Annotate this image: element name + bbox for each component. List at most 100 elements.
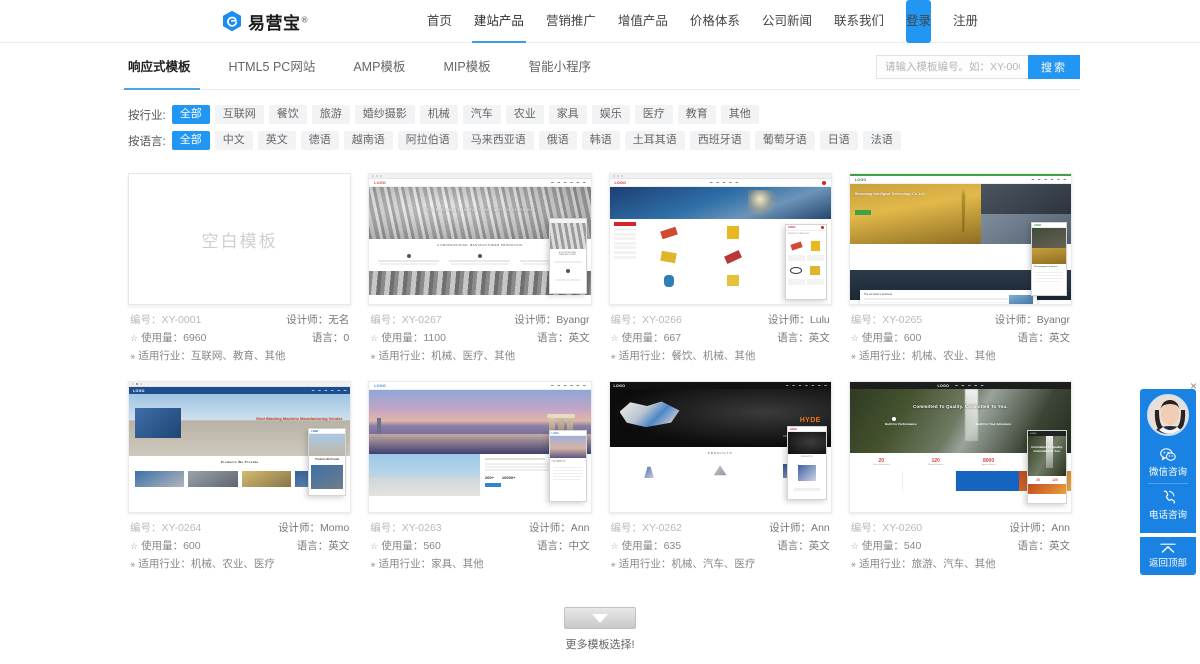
chip-industry-all[interactable]: 全部 (172, 105, 210, 124)
template-thumbnail-tools[interactable]: LOGO ▬▬▬▬▬ (609, 173, 832, 305)
chip-language-malay[interactable]: 马来西亚语 (463, 131, 534, 150)
mini-phone-preview: LOGO The company's business (1031, 222, 1067, 296)
template-designer: 设计师：Momo (278, 519, 349, 537)
mini-nav: LOGO ▬▬▬▬▬▬ (369, 179, 590, 187)
mini-site-preview: LOGO ▬▬▬▬▬▬ PROFESSIONAL MANUFACTURER WI… (369, 174, 590, 304)
template-language: 语言：英文 (1018, 329, 1071, 347)
chip-industry-medical[interactable]: 医疗 (635, 105, 673, 124)
template-usage: 使用量：560 (381, 537, 441, 555)
load-more-button[interactable] (564, 607, 636, 629)
template-usage: 使用量：635 (622, 537, 682, 555)
blank-template-label: 空白模板 (202, 227, 278, 252)
nav-item-contact[interactable]: 联系我们 (834, 0, 884, 43)
chip-language-portuguese[interactable]: 葡萄牙语 (755, 131, 815, 150)
chip-industry-internet[interactable]: 互联网 (215, 105, 264, 124)
template-card: LOGO ▬▬▬▬▬▬ PROFESSIONAL MANUFACTURER WI… (368, 173, 591, 365)
chip-language-turkish[interactable]: 土耳其语 (625, 131, 685, 150)
chip-language-korean[interactable]: 韩语 (582, 131, 620, 150)
template-industry: 适用行业：机械、医疗、其他 (379, 347, 516, 365)
template-meta: 编号：XY-0267 设计师：Byangr ☆使用量：1100 语言：英文 ⚹适… (368, 305, 591, 365)
login-button[interactable]: 登录 (906, 0, 931, 43)
mini-phone-preview: LOGO 产品与服务介绍 (549, 430, 587, 502)
tag-icon: ⚹ (851, 560, 856, 569)
chip-language-vietnamese[interactable]: 越南语 (344, 131, 393, 150)
register-link[interactable]: 注册 (953, 0, 978, 43)
template-grid: 空白模板 编号：XY-0001 设计师：无名 ☆使用量：6960 语言：0 ⚹适… (120, 165, 1080, 589)
chip-industry-wedding[interactable]: 婚纱摄影 (355, 105, 415, 124)
search-button[interactable]: 搜索 (1028, 55, 1080, 79)
template-industry: 适用行业：机械、农业、其他 (859, 347, 996, 365)
template-card: LOGO ▬▬▬▬▬▬▬ HYDE PRODUCTS (609, 381, 832, 573)
mini-nav: LOGO ▬▬▬▬▬ (850, 382, 1071, 389)
mini-logo: LOGO (374, 181, 386, 185)
chip-industry-education[interactable]: 教育 (678, 105, 716, 124)
phone-consult-button[interactable]: 电话咨询 (1140, 484, 1196, 526)
nav-item-marketing[interactable]: 营销推广 (546, 0, 596, 43)
chip-industry-catering[interactable]: 餐饮 (269, 105, 307, 124)
template-thumbnail-agriculture[interactable]: LOGO ▬▬▬▬▬▬ Shandong Intelligent Technol… (849, 173, 1072, 305)
template-thumbnail-waterfall[interactable]: LOGO ▬▬▬▬▬ Committed To Quality. Committ… (849, 381, 1072, 513)
nav-item-news[interactable]: 公司新闻 (762, 0, 812, 43)
chip-industry-travel[interactable]: 旅游 (312, 105, 350, 124)
chip-industry-entertainment[interactable]: 娱乐 (592, 105, 630, 124)
chip-industry-other[interactable]: 其他 (721, 105, 759, 124)
template-type-tabs: 响应式模板 HTML5 PC网站 AMP模板 MIP模板 智能小程序 搜索 (120, 43, 1080, 90)
chip-language-chinese[interactable]: 中文 (215, 131, 253, 150)
nav-item-pricing[interactable]: 价格体系 (690, 0, 740, 43)
mini-hero-sub-a: Built For Performance (885, 422, 917, 426)
chip-language-all[interactable]: 全部 (172, 131, 210, 150)
template-designer: 设计师：Byangr (995, 311, 1070, 329)
mini-phone-preview: LOGO PRODUCT CATEGORY (785, 224, 827, 300)
tab-mip[interactable]: MIP模板 (424, 56, 509, 89)
close-icon[interactable]: × (1190, 380, 1197, 392)
mini-logo: LOGO (614, 384, 626, 388)
nav-item-home[interactable]: 首页 (427, 0, 452, 43)
template-language: 语言：中文 (537, 537, 590, 555)
mini-hero (610, 187, 831, 219)
chip-language-spanish[interactable]: 西班牙语 (690, 131, 750, 150)
chip-language-japanese[interactable]: 日语 (820, 131, 858, 150)
mini-site-preview: LOGO ▬▬▬▬▬▬▬ HYDE PRODUCTS (610, 382, 831, 512)
template-code: 编号：XY-0001 (130, 311, 201, 329)
template-thumbnail-blasting[interactable]: LOGO ▬▬▬▬▬▬ Shot Blasting Machine Manufa… (128, 381, 351, 513)
chip-language-german[interactable]: 德语 (301, 131, 339, 150)
template-designer: 设计师：Byangr (514, 311, 589, 329)
chip-industry-machinery[interactable]: 机械 (420, 105, 458, 124)
brand-logo[interactable]: 易营宝® (222, 9, 309, 34)
template-thumbnail-skyline[interactable]: LOGO ▬▬▬▬▬▬ (368, 381, 591, 513)
tab-mini-program[interactable]: 智能小程序 (510, 56, 611, 89)
nav-item-site-products[interactable]: 建站产品 (474, 0, 524, 43)
template-industry: 适用行业：家具、其他 (379, 555, 484, 573)
tab-html5-pc[interactable]: HTML5 PC网站 (210, 56, 335, 89)
template-thumbnail-hyde[interactable]: LOGO ▬▬▬▬▬▬▬ HYDE PRODUCTS (609, 381, 832, 513)
nav-item-value-added[interactable]: 增值产品 (618, 0, 668, 43)
template-thumbnail-blank[interactable]: 空白模板 (128, 173, 351, 305)
wechat-icon (1160, 448, 1176, 462)
template-card: LOGO ▬▬▬▬▬▬ Shot Blasting Machine Manufa… (128, 381, 351, 573)
template-language: 语言：英文 (1018, 537, 1071, 555)
arrow-up-icon (1159, 543, 1177, 554)
template-meta: 编号：XY-0260 设计师：Ann ☆使用量：540 语言：英文 ⚹适用行业：… (849, 513, 1072, 573)
search-input[interactable] (876, 55, 1028, 79)
chip-language-arabic[interactable]: 阿拉伯语 (398, 131, 458, 150)
chip-language-french[interactable]: 法语 (863, 131, 901, 150)
template-code: 编号：XY-0267 (370, 311, 441, 329)
chip-industry-auto[interactable]: 汽车 (463, 105, 501, 124)
template-language: 语言：英文 (777, 537, 830, 555)
back-to-top-button[interactable]: 返回顶部 (1140, 537, 1196, 575)
wechat-consult-button[interactable]: 微信咨询 (1140, 442, 1196, 483)
wechat-consult-label: 微信咨询 (1149, 464, 1187, 478)
mini-nav: LOGO ▬▬▬▬▬ (610, 179, 831, 187)
phone-icon (1161, 490, 1175, 505)
chip-industry-agriculture[interactable]: 农业 (506, 105, 544, 124)
brand-mark-icon (222, 10, 242, 32)
chip-language-russian[interactable]: 俄语 (539, 131, 577, 150)
chip-language-english[interactable]: 英文 (258, 131, 296, 150)
template-designer: 设计师：Ann (769, 519, 830, 537)
chip-industry-furniture[interactable]: 家具 (549, 105, 587, 124)
mini-card-title: The company's business (864, 293, 1033, 296)
tab-responsive[interactable]: 响应式模板 (120, 56, 210, 89)
template-thumbnail-textile[interactable]: LOGO ▬▬▬▬▬▬ PROFESSIONAL MANUFACTURER WI… (368, 173, 591, 305)
template-language: 语言：英文 (537, 329, 590, 347)
tab-amp[interactable]: AMP模板 (334, 56, 424, 89)
